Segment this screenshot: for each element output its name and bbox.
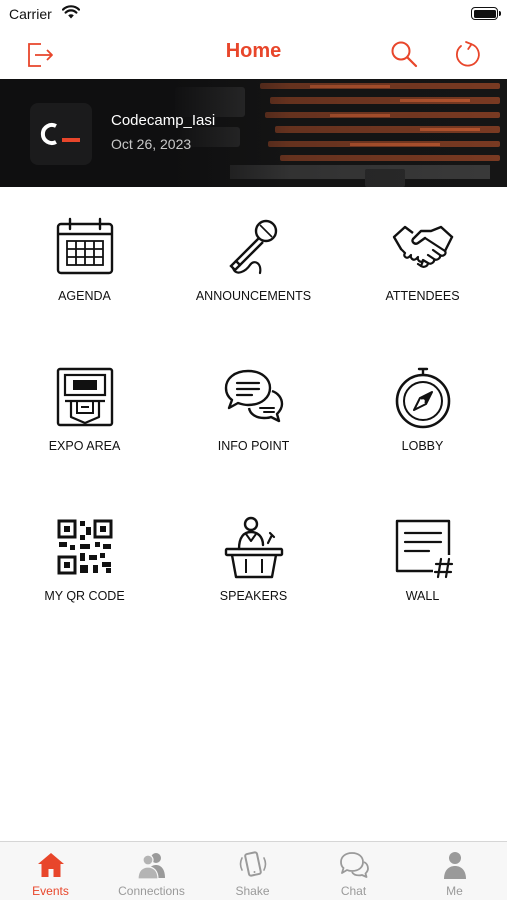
menu-label-my-qr-code: MY QR CODE (44, 589, 125, 603)
wall-post-icon (395, 519, 453, 579)
battery-icon (471, 7, 501, 20)
event-date: Oct 26, 2023 (111, 136, 192, 152)
podium-speaker-icon (224, 516, 283, 579)
menu-label-wall: WALL (405, 589, 440, 603)
compass-icon (395, 367, 450, 429)
tab-events[interactable]: Events (0, 842, 101, 900)
codecamp-logo-icon (40, 123, 80, 145)
menu-tile-announcements[interactable]: ANNOUNCEMENTS (169, 187, 338, 317)
wifi-icon (62, 5, 80, 19)
tab-chat[interactable]: Chat (303, 842, 404, 900)
menu-label-attendees: ATTENDEES (385, 289, 460, 303)
chat-icon (339, 852, 369, 878)
nav-bar: Home (0, 28, 507, 79)
microphone-icon (228, 219, 277, 275)
refresh-icon (456, 41, 480, 67)
menu-label-info-point: INFO POINT (217, 439, 290, 453)
refresh-button[interactable] (451, 37, 485, 71)
menu-tile-my-qr-code[interactable]: MY QR CODE (0, 487, 169, 617)
qr-code-icon (57, 519, 112, 575)
search-icon (391, 41, 418, 68)
tab-bar: Events Connections Shake Chat Me (0, 841, 507, 900)
people-icon (136, 853, 165, 880)
banner-background-image (170, 79, 507, 187)
home-icon (37, 853, 64, 877)
person-icon (443, 852, 466, 879)
page-title: Home (225, 40, 282, 62)
menu-tile-info-point[interactable]: INFO POINT (169, 337, 338, 467)
tab-label-chat: Chat (340, 884, 367, 898)
menu-label-speakers: SPEAKERS (219, 589, 288, 603)
menu-label-lobby: LOBBY (401, 439, 444, 453)
menu-tile-speakers[interactable]: SPEAKERS (169, 487, 338, 617)
event-banner[interactable]: Codecamp_Iasi Oct 26, 2023 (0, 79, 507, 187)
handshake-icon (392, 225, 453, 268)
search-button[interactable] (387, 37, 421, 71)
menu-tile-attendees[interactable]: ATTENDEES (338, 187, 507, 317)
tab-label-me: Me (446, 884, 463, 898)
carrier-label: Carrier (9, 6, 52, 22)
tab-label-shake: Shake (235, 884, 270, 898)
menu-tile-expo-area[interactable]: EXPO AREA (0, 337, 169, 467)
menu-tile-agenda[interactable]: AGENDA (0, 187, 169, 317)
tab-label-events: Events (32, 884, 69, 898)
menu-tile-lobby[interactable]: LOBBY (338, 337, 507, 467)
shake-phone-icon (239, 851, 266, 877)
atm-kiosk-icon (56, 367, 113, 427)
event-logo (30, 103, 92, 165)
tab-label-connections: Connections (118, 884, 185, 898)
menu-label-announcements: ANNOUNCEMENTS (195, 289, 312, 303)
tab-shake[interactable]: Shake (202, 842, 303, 900)
chat-bubbles-icon (224, 369, 283, 423)
menu-label-expo-area: EXPO AREA (48, 439, 121, 453)
event-name: Codecamp_Iasi (111, 112, 216, 129)
calendar-icon (56, 217, 113, 275)
status-bar: Carrier (0, 0, 507, 28)
menu-label-agenda: AGENDA (58, 289, 111, 303)
tab-connections[interactable]: Connections (101, 842, 202, 900)
menu-tile-wall[interactable]: WALL (338, 487, 507, 617)
tab-me[interactable]: Me (404, 842, 505, 900)
